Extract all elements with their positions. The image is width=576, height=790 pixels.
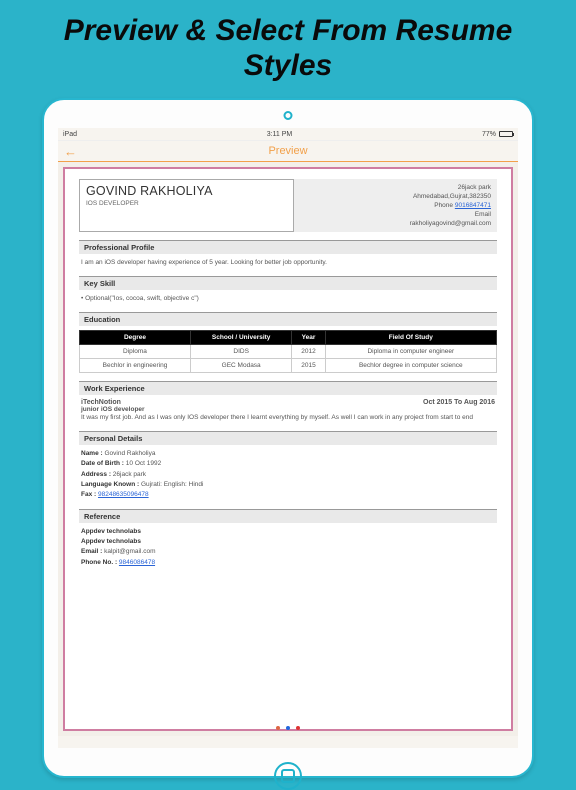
- section-personal: Personal Details: [79, 431, 497, 445]
- profile-text: I am an iOS developer having experience …: [79, 258, 497, 268]
- battery-pct: 77%: [482, 131, 496, 138]
- back-button[interactable]: ←: [64, 145, 77, 158]
- exp-company: iTechNotion: [81, 399, 121, 406]
- skill-text: Optional("Ios, cocoa, swift, objective c…: [79, 294, 497, 304]
- candidate-role: IOS DEVELOPER: [86, 200, 287, 207]
- status-bar: iPad 3:11 PM 77%: [58, 128, 518, 140]
- header-name-block: GOVIND RAKHOLIYA IOS DEVELOPER: [79, 179, 294, 232]
- table-row: Bechlor in engineeringGEC Modasa 2015Bec…: [80, 358, 497, 372]
- tablet-frame: iPad 3:11 PM 77% ← Preview GOVIND RAKHOL…: [42, 98, 534, 778]
- dot-icon: [286, 726, 290, 730]
- section-education: Education: [79, 312, 497, 326]
- fax-link[interactable]: 98248635096478: [98, 491, 149, 498]
- clock-label: 3:11 PM: [267, 131, 293, 138]
- resume-document: GOVIND RAKHOLIYA IOS DEVELOPER 26jack pa…: [63, 167, 513, 731]
- page-indicator[interactable]: [276, 726, 300, 730]
- exp-title: junior iOS developer: [79, 406, 497, 413]
- carrier-label: iPad: [63, 131, 77, 138]
- battery-icon: [499, 131, 513, 137]
- home-button[interactable]: [274, 762, 302, 790]
- section-skill: Key Skill: [79, 276, 497, 290]
- section-experience: Work Experience: [79, 381, 497, 395]
- table-row: DiplomaDIDS 2012Diploma in computer engi…: [80, 344, 497, 358]
- table-header-row: Degree School / University Year Field Of…: [80, 330, 497, 344]
- section-profile: Professional Profile: [79, 240, 497, 254]
- dot-icon: [276, 726, 280, 730]
- section-reference: Reference: [79, 509, 497, 523]
- ref-phone-link[interactable]: 9846086478: [119, 559, 155, 566]
- preview-area[interactable]: GOVIND RAKHOLIYA IOS DEVELOPER 26jack pa…: [58, 162, 518, 736]
- promo-title: Preview & Select From Resume Styles: [0, 0, 576, 85]
- phone-link[interactable]: 9016847471: [455, 202, 491, 209]
- exp-dates: Oct 2015 To Aug 2016: [423, 399, 495, 406]
- tablet-screen: iPad 3:11 PM 77% ← Preview GOVIND RAKHOL…: [58, 128, 518, 748]
- education-table: Degree School / University Year Field Of…: [79, 330, 497, 373]
- nav-bar: ← Preview: [58, 140, 518, 162]
- dot-icon: [296, 726, 300, 730]
- header-contact-block: 26jack park Ahmedabad,Gujrat,382350 Phon…: [294, 179, 497, 232]
- nav-title: Preview: [268, 145, 307, 157]
- exp-desc: It was my first job. And as I was only I…: [79, 413, 497, 423]
- candidate-name: GOVIND RAKHOLIYA: [86, 184, 287, 198]
- camera-icon: [284, 111, 293, 120]
